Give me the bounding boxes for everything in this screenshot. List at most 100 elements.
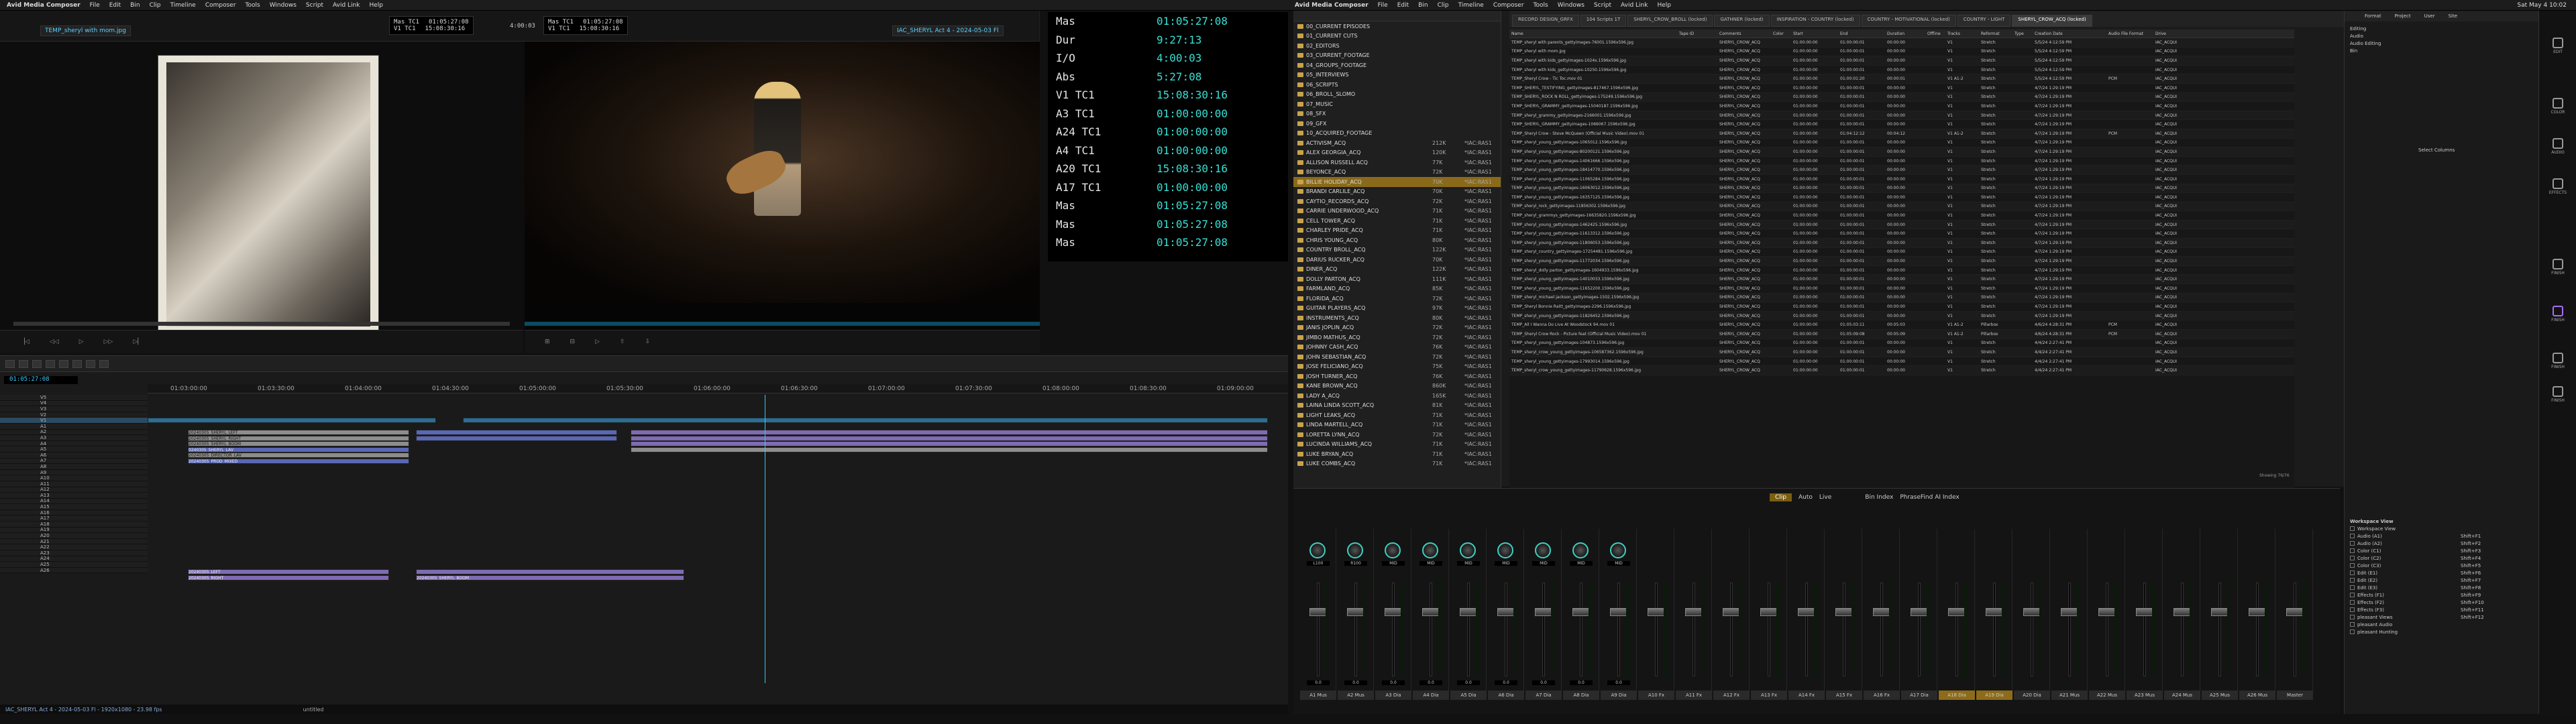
channel-label[interactable]: A9 Dia [1601,690,1637,700]
audio-clip[interactable]: 20240305_RIGHT [188,575,389,581]
bin-column-header[interactable]: Reformat [1979,32,2012,36]
timeline-ruler[interactable]: 01:03:00:00 01:03:30:00 01:04:00:00 01:0… [148,384,1288,394]
bin-column-header[interactable]: Creation Date [2033,32,2106,36]
fader-track[interactable] [1430,583,1432,676]
bin-tab[interactable]: GATHNER (locked) [1714,15,1770,27]
fader-track[interactable] [2181,583,2184,676]
workspace-item[interactable]: Color (C2) Shift+F4 [2345,554,2539,562]
channel-label[interactable]: A23 Mus [2127,690,2163,700]
bin-row[interactable]: TEMP_SHERYL_TESTIFYING_gettyimages-81746… [1509,84,2294,93]
tab-user[interactable]: User [2424,13,2435,19]
settings-item[interactable]: Editing [2350,25,2533,33]
channel-label[interactable]: A17 Dia [1901,690,1937,700]
bin-folder-item[interactable]: 01_CURRENT CUTS [1293,32,1501,42]
channel-label[interactable]: A13 Fx [1751,690,1787,700]
tc-row[interactable]: V1 TC1 15:08:30:16 [1048,86,1288,105]
bin-row[interactable]: TEMP_sheryl_young_gettyimages-11613312.1… [1509,229,2294,239]
tc-row[interactable]: Dur 9:27:13 [1048,31,1288,50]
workspace-item[interactable]: Effects (F2) Shift+F10 [2345,599,2539,606]
channel-label[interactable]: A26 Mus [2239,690,2275,700]
bin-row[interactable]: TEMP_All I Wanna Do Live At Woodstock 94… [1509,320,2294,330]
menu-clip-right[interactable]: Clip [1438,2,1449,9]
bin-folder-item[interactable]: CARRIE UNDERWOOD_ACQ 71K *IAC:RAS1 [1293,206,1501,217]
bin-folder-item[interactable]: LINDA MARTELL_ACQ 71K *IAC:RAS1 [1293,420,1501,430]
channel-label[interactable]: A4 Dia [1413,690,1449,700]
bin-column-header[interactable]: Start [1791,32,1838,36]
bin-row[interactable]: TEMP_sheryl_country_gettyimages-17254481… [1509,248,2294,257]
bin-folder-item[interactable]: 07_MUSIC [1293,99,1501,109]
fader-track[interactable] [1317,583,1320,676]
play-icon[interactable]: ▷ [79,339,84,345]
fader-handle[interactable] [2211,608,2229,616]
workspace-item[interactable]: Edit (E1) Shift+F6 [2345,569,2539,577]
fader-track[interactable] [2031,583,2033,676]
segment-mode-icon[interactable] [19,359,28,368]
tc-row[interactable]: Mas 01:05:27:08 [1048,196,1288,215]
track-header[interactable]: V2 [0,412,148,418]
bin-folder-item[interactable]: INSTRUMENTS_ACQ 80K *IAC:RAS1 [1293,313,1501,323]
checkbox[interactable] [2350,578,2355,583]
fader-handle[interactable] [1911,608,1928,616]
fader-track[interactable] [1843,583,1845,676]
fader-handle[interactable] [1385,608,1402,616]
tc-row[interactable]: Mas 01:05:27:08 [1048,233,1288,252]
bin-folder-item[interactable]: DARIUS RUCKER_ACQ 70K *IAC:RAS1 [1293,255,1501,265]
mixer-clip-button[interactable]: Clip [1770,493,1792,501]
bin-column-header[interactable]: Offline [1925,32,1945,36]
menu-windows[interactable]: Windows [270,2,297,9]
bin-row[interactable]: TEMP_sheryl_young_gettyimages-16357125.1… [1509,193,2294,202]
menu-timeline[interactable]: Timeline [170,2,196,9]
trim-mode-icon[interactable] [32,359,42,368]
track-header[interactable]: A4 [0,441,148,447]
fader-handle[interactable] [1572,608,1590,616]
fader-handle[interactable] [1309,608,1327,616]
bin-row[interactable]: TEMP_sheryl with parents_gettyimages-760… [1509,38,2294,48]
fader-handle[interactable] [2061,608,2078,616]
bin-tab[interactable]: COUNTRY - MOTIVATIONAL (locked) [1861,15,1956,27]
fader-track[interactable] [1918,583,1921,676]
mark-in-icon[interactable]: ▕◁ [20,339,30,345]
tc-row[interactable]: Abs 5:27:08 [1048,68,1288,86]
channel-label[interactable]: A3 Dia [1375,690,1411,700]
fader-track[interactable] [1805,583,1808,676]
workspace-item[interactable]: Effects (F3) Shift+F11 [2345,606,2539,613]
bin-folder-item[interactable]: LAINA LINDA SCOTT_ACQ 81K *IAC:RAS1 [1293,401,1501,411]
bin-folder-item[interactable]: ALEX GEORGIA_ACQ 120K *IAC:RAS1 [1293,148,1501,158]
bin-row[interactable]: TEMP_SHERYL_GRAMMY_gettyimages-1066067.1… [1509,120,2294,129]
track-header[interactable]: A21 [0,539,148,545]
track-header[interactable]: A7 [0,458,148,465]
video-clip[interactable] [148,418,436,423]
checkbox[interactable] [2350,629,2355,634]
bin-row[interactable]: TEMP_sheryl_young_gettyimages-16063012.1… [1509,184,2294,194]
channel-label[interactable]: A12 Fx [1713,690,1750,700]
record-position-bar[interactable] [525,322,1040,326]
track-header[interactable]: A22 [0,544,148,551]
menu-composer[interactable]: Composer [205,2,236,9]
bin-folder-item[interactable]: ACTIVISM_ACQ 212K *IAC:RAS1 [1293,138,1501,148]
bin-column-header[interactable]: Name [1509,32,1677,36]
bin-row[interactable]: TEMP_Sheryl Bonnie Raitt_gettyimages-229… [1509,302,2294,312]
menu-avid-link[interactable]: Avid Link [333,2,360,9]
tc-row[interactable]: Mas 01:05:27:08 [1048,12,1288,31]
effects-tool[interactable]: EFFECTS [2544,178,2571,195]
fader-track[interactable] [2068,583,2071,676]
bin-row[interactable]: TEMP_sheryl with kids_gettyimages-1024x.… [1509,56,2294,66]
track-header[interactable]: A25 [0,562,148,568]
tc-row[interactable]: Mas 01:05:27:08 [1048,215,1288,234]
checkbox[interactable] [2350,593,2355,597]
fader-track[interactable] [2256,583,2259,676]
finish-tool[interactable]: FINISH [2544,259,2571,276]
bin-folder-item[interactable]: FARMLAND_ACQ 85K *IAC:RAS1 [1293,284,1501,294]
bin-tab[interactable]: 104 Scripts 1T [1580,15,1627,27]
bin-folder-item[interactable]: ALLISON RUSSELL ACQ 77K *IAC:RAS1 [1293,158,1501,168]
checkbox[interactable] [2350,534,2355,538]
bin-row[interactable]: TEMP_sheryl_crow_young_gettyimages-10658… [1509,348,2294,357]
checkbox[interactable] [2350,622,2355,627]
channel-label[interactable]: A10 Fx [1638,690,1674,700]
checkbox[interactable] [2350,526,2355,531]
bin-folder-item[interactable]: 06_SCRIPTS [1293,80,1501,90]
bin-folder-item[interactable]: LUKE BRYAN_ACQ 71K *IAC:RAS1 [1293,449,1501,459]
fader-track[interactable] [1392,583,1395,676]
menu-bin-right[interactable]: Bin [1418,2,1428,9]
fader-track[interactable] [2218,583,2221,676]
